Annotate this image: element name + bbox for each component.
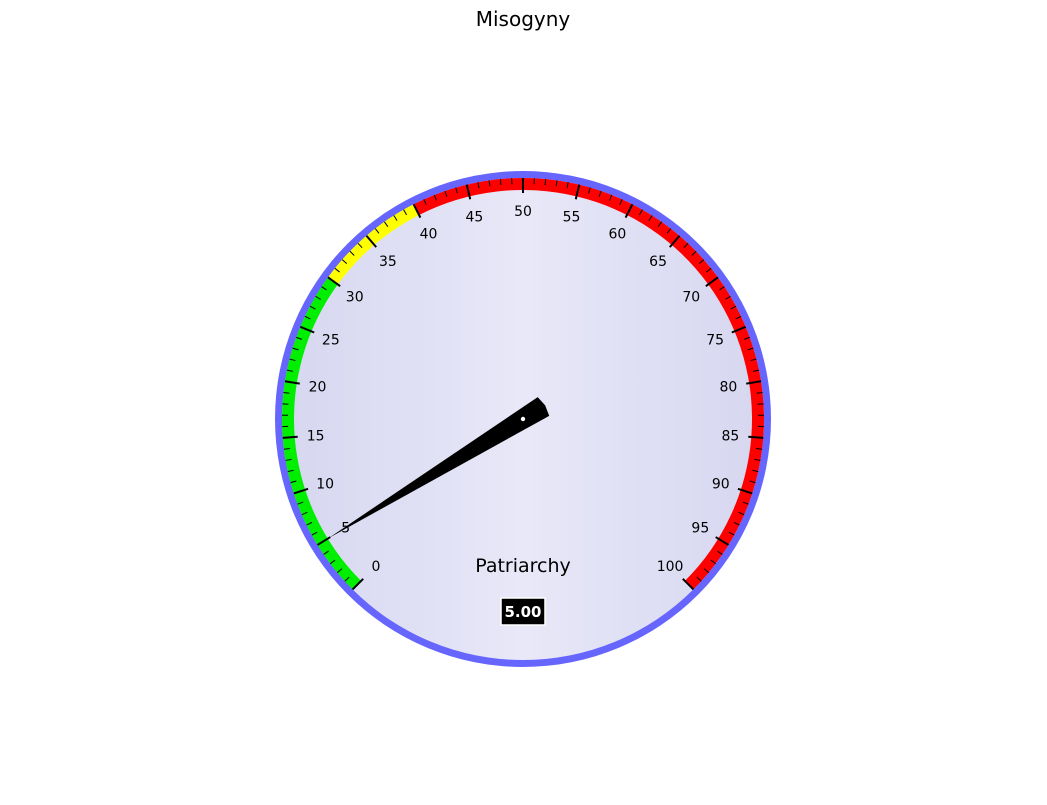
tick-label-15: 15 bbox=[307, 428, 325, 444]
tick-label-55: 55 bbox=[563, 210, 581, 226]
major-tick bbox=[748, 435, 764, 439]
tick-label-30: 30 bbox=[346, 290, 364, 306]
tick-label-95: 95 bbox=[691, 521, 709, 537]
tick-label-85: 85 bbox=[721, 428, 739, 444]
gauge-label: Patriarchy bbox=[475, 555, 571, 577]
tick-label-5: 5 bbox=[341, 521, 350, 537]
tick-label-25: 25 bbox=[322, 332, 340, 348]
minor-tick bbox=[756, 392, 763, 394]
tick-label-10: 10 bbox=[316, 476, 334, 492]
major-tick bbox=[282, 435, 298, 439]
tick-label-0: 0 bbox=[371, 559, 380, 575]
needle-pivot bbox=[520, 416, 526, 422]
tick-label-20: 20 bbox=[309, 379, 327, 395]
minor-tick bbox=[544, 179, 547, 186]
tick-label-90: 90 bbox=[712, 476, 730, 492]
tick-label-60: 60 bbox=[609, 227, 627, 243]
tick-label-70: 70 bbox=[682, 290, 700, 306]
minor-tick bbox=[283, 392, 290, 394]
minor-tick bbox=[499, 179, 502, 186]
chart-title: Misogyny bbox=[476, 7, 571, 31]
tick-label-80: 80 bbox=[720, 379, 738, 395]
tick-label-50: 50 bbox=[514, 204, 532, 220]
tick-label-45: 45 bbox=[466, 210, 484, 226]
value-readout: 5.00 bbox=[504, 603, 541, 621]
tick-label-40: 40 bbox=[420, 227, 438, 243]
gauge-chart: Misogyny 0 5 10 15 20 25 30 35 40 45 50 55 60 65 70 75 8… bbox=[275, 7, 771, 667]
tick-label-75: 75 bbox=[706, 332, 724, 348]
tick-label-35: 35 bbox=[379, 254, 397, 270]
tick-label-65: 65 bbox=[649, 254, 667, 270]
tick-label-100: 100 bbox=[657, 559, 684, 575]
